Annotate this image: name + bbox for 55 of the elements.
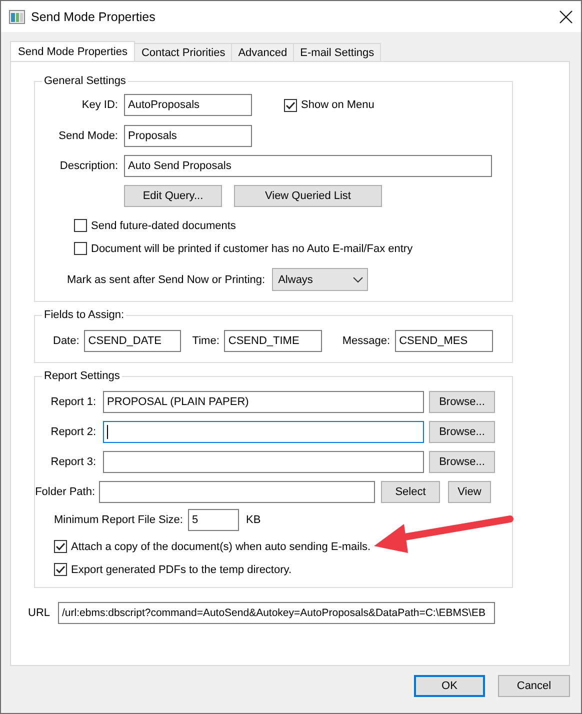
browse-button[interactable]: Browse... [429, 421, 495, 443]
checkbox[interactable] [284, 98, 297, 112]
ok-button[interactable]: OK [414, 675, 485, 697]
field-label: Mark as sent after Send Now or Printing: [67, 274, 266, 286]
window-title: Send Mode Properties [31, 10, 156, 24]
field-label: URL [28, 607, 50, 619]
checkbox[interactable] [54, 540, 67, 553]
text-field[interactable]: Auto Send Proposals [124, 155, 492, 177]
text-field[interactable]: Proposals [124, 125, 252, 147]
text-field[interactable] [103, 421, 424, 443]
text-field[interactable] [99, 481, 375, 503]
group-title: Fields to Assign: [43, 308, 126, 322]
group-title: Report Settings [43, 369, 121, 383]
dropdown[interactable]: Always [272, 268, 368, 291]
field-label: Send Mode: [58, 130, 118, 142]
text-field[interactable]: AutoProposals [124, 94, 252, 116]
field-label: Description: [58, 160, 118, 172]
cancel-button[interactable]: Cancel [498, 675, 570, 697]
close-icon[interactable] [559, 10, 573, 24]
field-label: Folder Path: [34, 486, 95, 498]
checkbox-label[interactable]: Document will be printed if customer has no Auto E-mail/Fax entry [91, 242, 413, 254]
text-field[interactable]: CSEND_DATE [84, 330, 182, 352]
app-icon [9, 10, 25, 24]
checkbox[interactable] [54, 563, 67, 576]
field-label: Time: [192, 335, 220, 347]
field-label: Minimum Report File Size: [54, 514, 183, 526]
unit-label: KB [246, 514, 261, 526]
text-field[interactable]: CSEND_MES [395, 330, 494, 352]
select-button[interactable]: Select [381, 481, 440, 503]
view-button[interactable]: View [448, 481, 491, 503]
checkbox[interactable] [74, 219, 87, 232]
field-label: Message: [342, 335, 390, 347]
browse-button[interactable]: Browse... [429, 391, 495, 413]
view-list-button[interactable]: View Queried List [234, 185, 382, 207]
chevron-down-icon [353, 276, 364, 282]
group-title: General Settings [43, 74, 127, 88]
text-field[interactable] [103, 451, 424, 473]
text-field[interactable]: CSEND_TIME [224, 330, 322, 352]
text-field[interactable]: /url:ebms:dbscript?command=AutoSend&Autokey=AutoProposals&DataPath=C:\EBMS\EB [58, 602, 496, 624]
field-label: Report 1: [50, 396, 96, 408]
text-field[interactable]: PROPOSAL (PLAIN PAPER) [103, 391, 424, 413]
checkbox-label[interactable]: Send future-dated documents [91, 220, 236, 232]
checkbox-label[interactable]: Export generated PDFs to the temp directory. [71, 564, 292, 576]
field-label: Date: [53, 335, 80, 347]
field-label: Key ID: [80, 99, 118, 111]
text-field[interactable]: 5 [188, 508, 239, 530]
field-label: Report 2: [50, 426, 96, 438]
checkbox-label[interactable]: Show on Menu [301, 99, 374, 111]
checkbox[interactable] [74, 242, 87, 255]
field-label: Report 3: [50, 456, 96, 468]
browse-button[interactable]: Browse... [429, 451, 495, 473]
tab[interactable]: E-mail Settings [293, 43, 382, 61]
edit-query-button[interactable]: Edit Query... [124, 185, 222, 207]
checkbox-label[interactable]: Attach a copy of the document(s) when auto sending E-mails. [71, 540, 371, 552]
tab[interactable]: Send Mode Properties [10, 41, 136, 61]
